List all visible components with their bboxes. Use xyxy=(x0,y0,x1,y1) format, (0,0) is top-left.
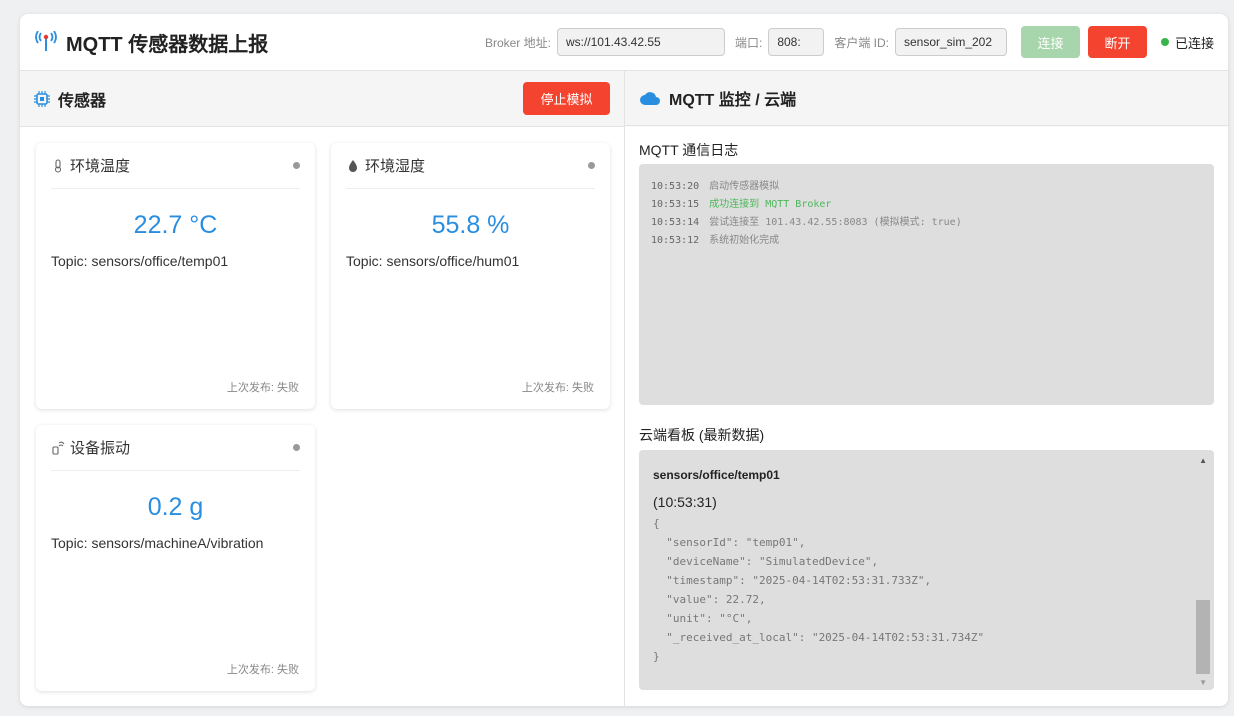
disconnect-button[interactable]: 断开 xyxy=(1087,26,1147,58)
sensor-cards: 环境温度 22.7 °C Topic: sensors/office/temp0… xyxy=(20,127,624,706)
sensor-card-humidity: 环境湿度 55.8 % Topic: sensors/office/hum01 … xyxy=(331,143,610,409)
card-title: 设备振动 xyxy=(70,440,131,457)
card-value: 55.8 % xyxy=(431,211,510,239)
card-status-dot-icon xyxy=(293,444,300,451)
card-topic: Topic: sensors/office/temp01 xyxy=(51,253,229,269)
port-label: 端口: xyxy=(734,35,763,50)
log-entry: 10:53:15 成功连接到 MQTT Broker xyxy=(651,199,832,210)
dashboard-topic: sensors/office/temp01 xyxy=(653,468,780,482)
monitor-panel: MQTT 监控 / 云端 MQTT 通信日志 10:53:20 启动传感器模拟 1… xyxy=(625,71,1228,706)
card-topic: Topic: sensors/office/hum01 xyxy=(346,253,520,269)
scroll-thumb[interactable] xyxy=(1196,600,1210,674)
card-status-dot-icon xyxy=(588,162,595,169)
sensor-card-temperature: 环境温度 22.7 °C Topic: sensors/office/temp0… xyxy=(36,143,315,409)
card-header: 环境湿度 xyxy=(346,143,595,189)
vibration-icon xyxy=(52,441,65,455)
header: MQTT 传感器数据上报 Broker 地址: 端口: 客户端 ID: 连接 断… xyxy=(20,14,1228,71)
json-payload: { "sensorId": "temp01", "deviceName": "S… xyxy=(653,517,985,663)
panels: 传感器 停止模拟 环境温度 22.7 °C Topic: sensors/off… xyxy=(20,71,1228,706)
sensor-panel-header: 传感器 停止模拟 xyxy=(20,71,624,127)
sensor-panel-title: 传感器 xyxy=(34,87,106,111)
app-window: MQTT 传感器数据上报 Broker 地址: 端口: 客户端 ID: 连接 断… xyxy=(20,14,1228,706)
log-entry: 10:53:14 尝试连接至 101.43.42.55:8083 (模拟模式: t… xyxy=(651,217,962,228)
monitor-panel-title: MQTT 监控 / 云端 xyxy=(639,86,796,110)
broker-label: Broker 地址: xyxy=(484,35,551,50)
card-title: 环境温度 xyxy=(70,158,131,175)
card-header: 设备振动 xyxy=(51,425,300,471)
card-last-publish: 上次发布: 失败 xyxy=(226,664,299,676)
client-id-input[interactable] xyxy=(894,28,1007,56)
sensor-panel: 传感器 停止模拟 环境温度 22.7 °C Topic: sensors/off… xyxy=(20,71,625,706)
connection-bar: Broker 地址: 端口: 客户端 ID: 连接 断开 已连接 xyxy=(485,26,1214,58)
dashboard-title: 云端看板 (最新数据) xyxy=(639,427,765,443)
log-box: 10:53:20 启动传感器模拟 10:53:15 成功连接到 MQTT Broke… xyxy=(639,164,1214,405)
dashboard-scrollbar[interactable]: ▲ ▼ xyxy=(1196,450,1212,690)
card-last-publish: 上次发布: 失败 xyxy=(521,382,594,394)
status-dot-icon xyxy=(1160,38,1169,46)
card-value: 22.7 °C xyxy=(133,211,218,239)
status-text: 已连接 xyxy=(1174,35,1214,51)
antenna-icon xyxy=(35,31,57,51)
card-title: 环境湿度 xyxy=(365,158,426,175)
card-value: 0.2 g xyxy=(147,493,204,521)
monitor-panel-header: MQTT 监控 / 云端 xyxy=(625,71,1228,126)
cloud-dashboard[interactable]: sensors/office/temp01 (10:53:31) { "sens… xyxy=(639,450,1214,690)
app-title: MQTT 传感器数据上报 xyxy=(66,33,269,56)
log-entry: 10:53:12 系统初始化完成 xyxy=(651,235,780,246)
log-title: MQTT 通信日志 xyxy=(639,142,739,158)
stop-simulation-button[interactable]: 停止模拟 xyxy=(523,82,610,115)
log-entry: 10:53:20 启动传感器模拟 xyxy=(651,181,780,192)
thermometer-icon xyxy=(54,158,62,173)
broker-address-input[interactable] xyxy=(556,28,725,56)
card-header: 环境温度 xyxy=(51,143,300,189)
sensor-panel-title-text: 传感器 xyxy=(58,92,107,110)
logo: MQTT 传感器数据上报 xyxy=(34,28,268,57)
dashboard-time: (10:53:31) xyxy=(653,494,717,510)
sensor-card-vibration: 设备振动 0.2 g Topic: sensors/machineA/vibra… xyxy=(36,425,315,691)
connection-status: 已连接 xyxy=(1160,33,1214,52)
scroll-up-icon[interactable]: ▲ xyxy=(1199,456,1207,465)
cloud-icon xyxy=(640,92,660,105)
monitor-panel-title-text: MQTT 监控 / 云端 xyxy=(669,92,797,109)
scroll-down-icon[interactable]: ▼ xyxy=(1199,678,1207,687)
monitor-body: MQTT 通信日志 10:53:20 启动传感器模拟 10:53:15 成功连接到 … xyxy=(625,127,1228,706)
chip-icon xyxy=(34,90,50,107)
card-topic: Topic: sensors/machineA/vibration xyxy=(51,535,264,551)
card-last-publish: 上次发布: 失败 xyxy=(226,382,299,394)
port-input[interactable] xyxy=(768,28,825,56)
client-id-label: 客户端 ID: xyxy=(834,35,889,50)
droplet-icon xyxy=(349,159,357,172)
card-status-dot-icon xyxy=(293,162,300,169)
connect-button[interactable]: 连接 xyxy=(1020,26,1080,58)
